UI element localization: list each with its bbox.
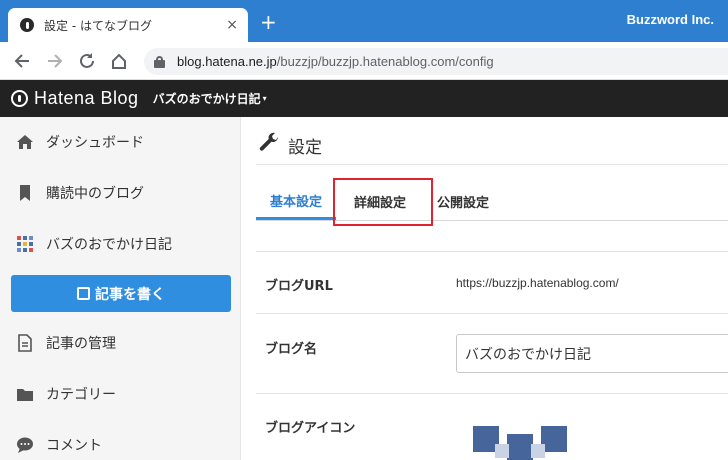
document-icon [16,334,34,352]
forward-arrow-icon[interactable] [45,51,65,71]
sidebar-item-label: コメント [46,438,102,454]
sidebar-item-categories[interactable]: カテゴリー [0,369,241,419]
blog-name-row: ブログ名 バズのおでかけ日記 [256,313,728,393]
close-tab-icon[interactable]: × [226,16,238,34]
highlight-annotation [333,178,433,226]
home-icon[interactable] [109,51,129,71]
sidebar-item-articles[interactable]: 記事の管理 [0,318,241,368]
url-text: blog.hatena.ne.jp/buzzjp/buzzjp.hatenabl… [177,54,494,69]
hatena-favicon-icon [20,18,34,32]
new-tab-button[interactable]: + [260,12,277,32]
blog-icon-label: ブログアイコン [265,421,356,436]
sidebar-item-label: カテゴリー [46,387,116,403]
sidebar-item-label: バズのおでかけ日記 [46,237,172,253]
comment-icon [16,436,34,454]
address-bar[interactable]: blog.hatena.ne.jp/buzzjp/buzzjp.hatenabl… [144,48,728,75]
sidebar-item-label: ダッシュボード [46,135,144,151]
sidebar: ダッシュボード 購読中のブログ バズのおでかけ日記 記事を書く 記事の管理 カテ… [0,117,241,460]
blog-url-value: https://buzzjp.hatenablog.com/ [456,276,619,290]
tab-title: 設定 - はてなブログ [44,18,152,33]
blog-url-row: ブログURL https://buzzjp.hatenablog.com/ [256,251,728,313]
folder-icon [16,385,34,403]
blog-icon-row: ブログアイコン [256,393,728,460]
blog-switcher[interactable]: バズのおでかけ日記 [153,90,261,107]
sidebar-item-label: 購読中のブログ [46,186,144,202]
bookmark-icon [16,184,34,202]
browser-tab[interactable]: 設定 - はてなブログ × [8,8,248,42]
hatena-header: Hatena Blog バズのおでかけ日記 ▾ [0,80,728,117]
blog-icon-image[interactable] [473,426,593,460]
home-icon [16,133,34,151]
page-title: 設定 [288,137,322,158]
tab-basic-settings[interactable]: 基本設定 [256,183,337,220]
sidebar-item-dashboard[interactable]: ダッシュボード [0,117,241,167]
lock-icon [154,55,165,68]
settings-tabs: 基本設定 詳細設定 公開設定 [256,183,728,221]
sidebar-item-blog[interactable]: バズのおでかけ日記 [0,219,241,269]
pencil-icon [77,287,90,300]
blog-tiles-icon [16,235,34,253]
page-heading: 設定 [258,132,322,158]
blog-name-label: ブログ名 [265,342,318,357]
sidebar-item-subscriptions[interactable]: 購読中のブログ [0,168,241,218]
hatena-blog-logo[interactable]: Hatena Blog [34,88,139,109]
back-arrow-icon[interactable] [12,51,32,71]
chevron-down-icon[interactable]: ▾ [263,94,267,103]
sidebar-item-comments[interactable]: コメント [0,420,241,460]
browser-title-bar: 設定 - はてなブログ × + Buzzword Inc. [0,0,728,42]
blog-name-input[interactable]: バズのおでかけ日記 [456,334,728,373]
write-article-button[interactable]: 記事を書く [11,275,231,312]
hatena-logo-icon[interactable] [11,90,28,107]
browser-toolbar: blog.hatena.ne.jp/buzzjp/buzzjp.hatenabl… [0,42,728,80]
wrench-icon [258,132,280,158]
sidebar-item-label: 記事の管理 [46,336,116,352]
main-content: 設定 基本設定 詳細設定 公開設定 ブログURL https://buzzjp.… [241,117,728,460]
divider [256,164,728,165]
tab-publish-settings[interactable]: 公開設定 [437,183,489,220]
window-brand: Buzzword Inc. [626,12,714,27]
write-article-label: 記事を書く [95,286,165,303]
reload-icon[interactable] [77,51,97,71]
blog-url-label: ブログURL [265,279,333,294]
